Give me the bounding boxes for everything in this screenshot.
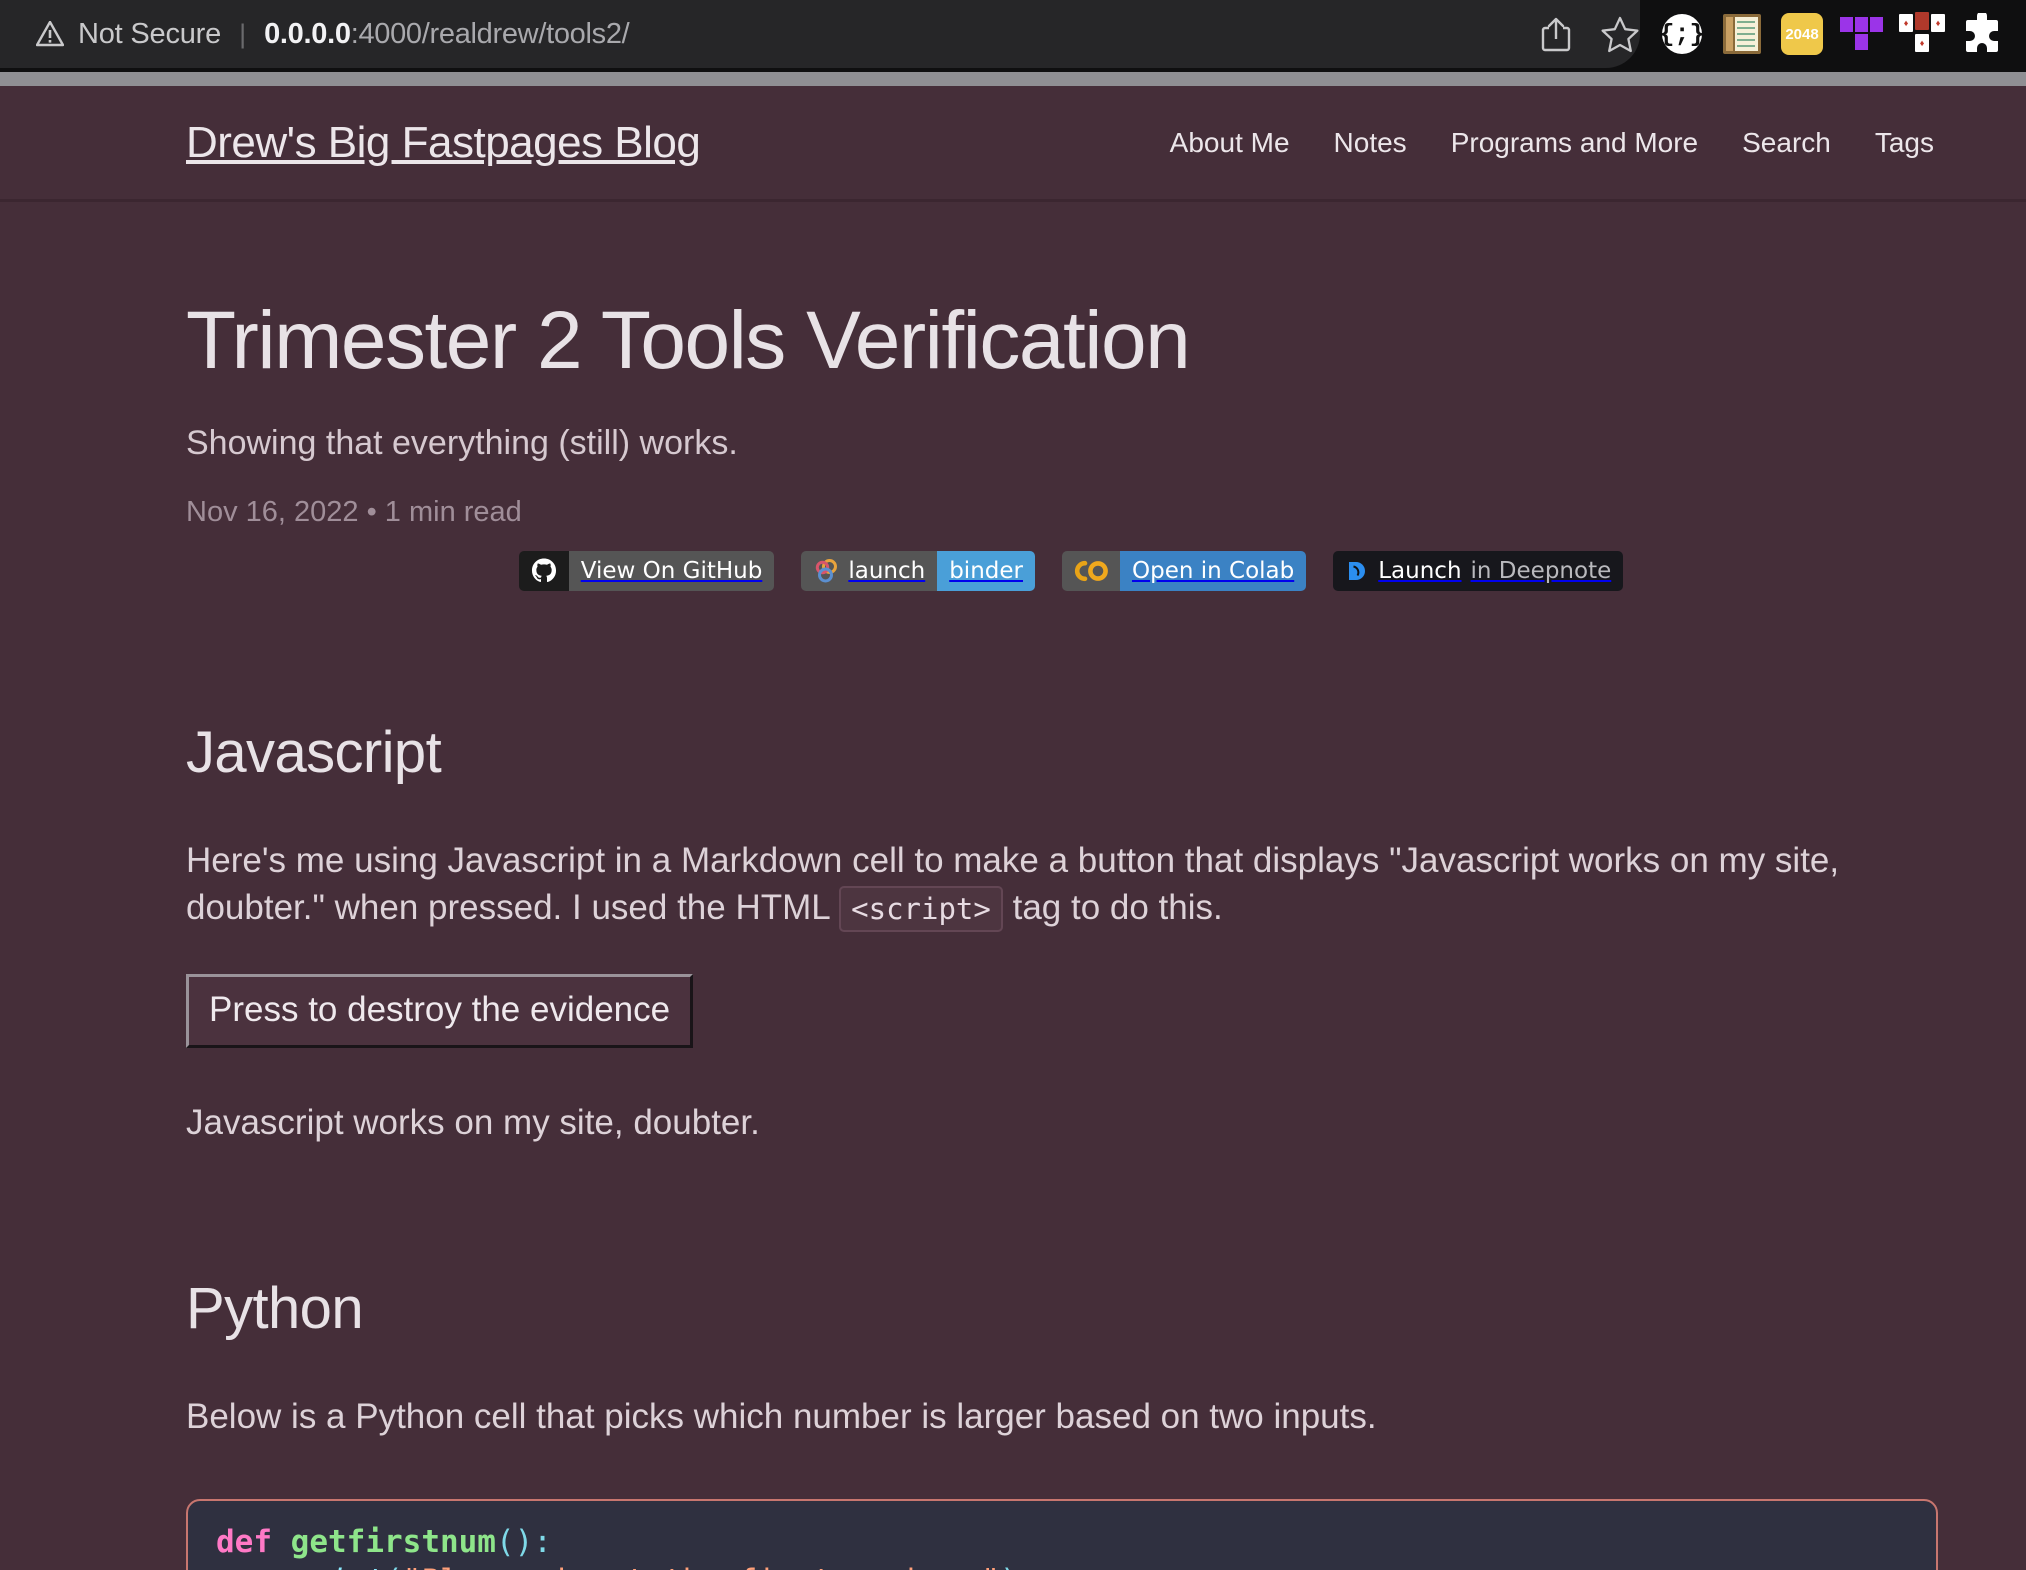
code-token-print: print <box>291 1563 384 1570</box>
deepnote-badge-suffix: in Deepnote <box>1470 557 1612 584</box>
github-icon <box>531 558 557 584</box>
address-bar[interactable]: Not Secure | 0.0.0.0 :4000/realdrew/tool… <box>0 0 1640 68</box>
javascript-paragraph: Here's me using Javascript in a Markdown… <box>186 838 1936 932</box>
github-badge-logo-seg <box>518 551 569 592</box>
code-token-def: def <box>216 1524 272 1561</box>
url-area[interactable]: Not Secure | 0.0.0.0 :4000/realdrew/tool… <box>0 0 630 68</box>
site-header: Drew's Big Fastpages Blog About Me Notes… <box>0 86 2026 202</box>
section-heading-javascript: Javascript <box>186 720 442 786</box>
site-nav: About Me Notes Programs and More Search … <box>1148 127 1956 159</box>
nav-item-search[interactable]: Search <box>1720 127 1853 159</box>
python-paragraph: Below is a Python cell that picks which … <box>186 1397 1377 1437</box>
nav-item-notes[interactable]: Notes <box>1312 127 1429 159</box>
share-icon[interactable] <box>1524 6 1588 62</box>
binder-badge-left: launch <box>801 551 938 592</box>
binder-badge-launch-text: launch <box>848 557 926 584</box>
notebook-badges: View On GitHub launch binder Open in Col… <box>186 551 1956 592</box>
binder-badge-right: binder <box>937 551 1035 592</box>
colab-badge-logo-seg <box>1061 551 1120 592</box>
json-viewer-icon[interactable]: {;} <box>1652 6 1712 62</box>
inline-code-script-tag: <script> <box>839 885 1003 932</box>
browser-chrome: Not Secure | 0.0.0.0 :4000/realdrew/tool… <box>0 0 2026 72</box>
notepad-glyph <box>1723 14 1761 54</box>
deepnote-badge-seg: Launch in Deepnote <box>1333 551 1624 592</box>
launch-binder-badge[interactable]: launch binder <box>801 551 1035 592</box>
nav-item-about-me[interactable]: About Me <box>1148 127 1312 159</box>
code-token-close-paren: ) <box>1000 1563 1019 1570</box>
playing-cards-glyph: ♦ ♦ ♦ <box>1899 12 1945 56</box>
site-title[interactable]: Drew's Big Fastpages Blog <box>186 118 701 168</box>
tetris-glyph <box>1840 17 1884 51</box>
deepnote-badge-launch: Launch <box>1378 557 1462 584</box>
browser-actions: {;} 2048 ♦ ♦ ♦ <box>1524 0 2012 68</box>
post-subtitle: Showing that everything (still) works. <box>186 424 738 463</box>
tetris-icon[interactable] <box>1832 6 1892 62</box>
extensions-puzzle-icon[interactable] <box>1952 6 2012 62</box>
javascript-paragraph-part-b: tag to do this. <box>1012 887 1223 927</box>
code-token-paren-colon: (): <box>495 1524 552 1561</box>
json-viewer-glyph: {;} <box>1660 14 1705 54</box>
notepad-icon[interactable] <box>1712 6 1772 62</box>
playing-cards-icon[interactable]: ♦ ♦ ♦ <box>1892 6 1952 62</box>
colab-badge-label: Open in Colab <box>1119 551 1307 592</box>
python-code-block[interactable]: def getfirstnum(): print("Please input t… <box>186 1499 1938 1570</box>
url-path: :4000/realdrew/tools2/ <box>350 17 630 50</box>
post-header: Trimester 2 Tools Verification Showing t… <box>0 295 2026 592</box>
page-loading-bar <box>0 72 2026 86</box>
deepnote-icon <box>1345 559 1369 583</box>
not-secure-label: Not Secure <box>78 17 222 50</box>
game-2048-glyph: 2048 <box>1781 13 1823 55</box>
code-token-function-name: getfirstnum <box>290 1524 496 1561</box>
github-badge-label: View On GitHub <box>568 551 775 592</box>
javascript-output-text: Javascript works on my site, doubter. <box>186 1103 760 1143</box>
nav-item-tags[interactable]: Tags <box>1853 127 1956 159</box>
destroy-evidence-button[interactable]: Press to destroy the evidence <box>186 973 694 1049</box>
view-on-github-badge[interactable]: View On GitHub <box>518 551 775 592</box>
nav-item-programs-and-more[interactable]: Programs and More <box>1429 127 1720 159</box>
code-token-open-paren: ( <box>384 1563 403 1570</box>
url-divider: | <box>239 18 247 49</box>
post-meta: Nov 16, 2022 • 1 min read <box>186 496 522 529</box>
launch-in-deepnote-badge[interactable]: Launch in Deepnote <box>1333 551 1624 592</box>
section-heading-python: Python <box>186 1276 364 1342</box>
post-body: Javascript Here's me using Javascript in… <box>0 719 2026 1570</box>
not-secure-warning-icon <box>36 21 64 47</box>
url-host: 0.0.0.0 <box>264 17 351 50</box>
colab-icon <box>1074 560 1108 582</box>
open-in-colab-badge[interactable]: Open in Colab <box>1061 551 1307 592</box>
game-2048-icon[interactable]: 2048 <box>1772 6 1832 62</box>
page-title: Trimester 2 Tools Verification <box>186 295 1191 386</box>
puzzle-glyph <box>1961 13 2003 55</box>
binder-icon <box>813 558 839 584</box>
code-token-string: "Please input the first number." <box>403 1563 1000 1570</box>
bookmark-star-icon[interactable] <box>1588 6 1652 62</box>
site-page: Drew's Big Fastpages Blog About Me Notes… <box>0 86 2026 1570</box>
